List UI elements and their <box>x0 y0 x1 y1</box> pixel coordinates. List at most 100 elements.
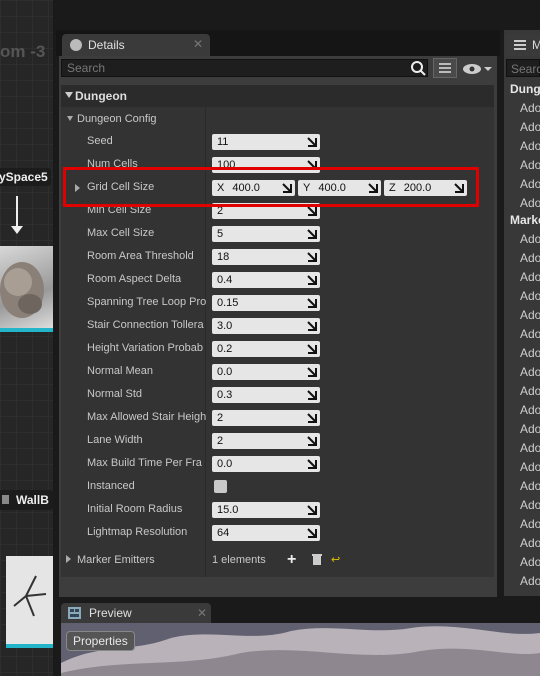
property-row[interactable]: Stair Connection Tollera 3.0 <box>61 314 494 337</box>
spin-arrow-icon[interactable] <box>307 413 317 423</box>
add-marker-item[interactable]: Ado <box>520 460 540 474</box>
right-search-box[interactable]: Searc <box>506 59 540 77</box>
reset-icon[interactable]: ↩ <box>331 553 340 566</box>
add-marker-item[interactable]: Ado <box>520 158 540 172</box>
spin-arrow-icon[interactable] <box>307 505 317 515</box>
property-row[interactable]: Initial Room Radius 15.0 <box>61 498 494 521</box>
spin-arrow-icon[interactable] <box>307 229 317 239</box>
add-marker-item[interactable]: Ado <box>520 517 540 531</box>
add-marker-item[interactable]: Ado <box>520 384 540 398</box>
property-row[interactable]: Lightmap Resolution 64 <box>61 521 494 544</box>
property-row[interactable]: Room Aspect Delta 0.4 <box>61 268 494 291</box>
add-marker-item[interactable]: Ado <box>520 177 540 191</box>
property-value: 2 <box>217 435 224 447</box>
property-matrix-button[interactable] <box>433 58 457 78</box>
property-row[interactable]: Spanning Tree Loop Pro 0.15 <box>61 291 494 314</box>
property-value-field[interactable]: 2 <box>212 410 320 426</box>
subcategory-dungeon-config[interactable]: Dungeon Config <box>61 108 494 131</box>
right-header-1[interactable]: Dungeo <box>510 82 540 96</box>
node-thumbnail[interactable] <box>0 246 53 332</box>
marker-emitters-label: Marker Emitters <box>77 554 155 566</box>
property-value-field[interactable]: 2 <box>212 433 320 449</box>
spin-arrow-icon[interactable] <box>307 252 317 262</box>
close-icon[interactable]: ✕ <box>193 37 203 51</box>
marker-emitters-row[interactable]: Marker Emitters 1 elements + ↩ <box>61 549 494 572</box>
property-value-field[interactable]: 0.15 <box>212 295 320 311</box>
tab-marker[interactable]: M <box>506 34 540 56</box>
add-marker-item[interactable]: Ado <box>520 555 540 569</box>
add-marker-item[interactable]: Ado <box>520 536 540 550</box>
property-row[interactable]: Max Cell Size 5 <box>61 222 494 245</box>
spin-arrow-icon[interactable] <box>307 206 317 216</box>
search-input[interactable] <box>62 60 427 76</box>
properties-button[interactable]: Properties <box>66 631 135 651</box>
property-value-field[interactable]: 11 <box>212 134 320 150</box>
add-marker-item[interactable]: Ado <box>520 120 540 134</box>
category-dungeon[interactable]: Dungeon <box>61 85 494 107</box>
graph-node-header[interactable]: WallB <box>0 490 53 510</box>
property-value: 0.2 <box>217 343 233 355</box>
spin-arrow-icon[interactable] <box>307 321 317 331</box>
search-icon[interactable] <box>410 60 426 76</box>
spin-arrow-icon[interactable] <box>307 367 317 377</box>
property-row[interactable]: Normal Mean 0.0 <box>61 360 494 383</box>
property-row[interactable]: Instanced <box>61 475 494 498</box>
node-thumbnail-2[interactable] <box>6 556 53 648</box>
property-value-field[interactable]: 0.0 <box>212 364 320 380</box>
property-row[interactable]: Lane Width 2 <box>61 429 494 452</box>
view-options-button[interactable] <box>462 62 492 76</box>
tab-preview[interactable]: Preview ✕ <box>61 603 211 623</box>
property-value-field[interactable]: 5 <box>212 226 320 242</box>
trash-icon[interactable] <box>312 553 322 565</box>
add-marker-item[interactable]: Ado <box>520 422 540 436</box>
property-value-field[interactable]: 15.0 <box>212 502 320 518</box>
graph-node-title[interactable]: tySpace5 <box>0 168 51 186</box>
property-row[interactable]: Max Build Time Per Fra 0.0 <box>61 452 494 475</box>
add-marker-item[interactable]: Ado <box>520 403 540 417</box>
spin-arrow-icon[interactable] <box>307 344 317 354</box>
add-marker-item[interactable]: Ado <box>520 308 540 322</box>
property-value-field[interactable]: 3.0 <box>212 318 320 334</box>
add-marker-item[interactable]: Ado <box>520 346 540 360</box>
add-marker-item[interactable]: Ado <box>520 251 540 265</box>
add-marker-item[interactable]: Ado <box>520 232 540 246</box>
search-box[interactable] <box>61 59 428 77</box>
add-marker-item[interactable]: Ado <box>520 289 540 303</box>
property-value-field[interactable]: 18 <box>212 249 320 265</box>
right-header-2[interactable]: Marke <box>510 213 540 227</box>
tab-details[interactable]: Details ✕ <box>62 34 210 56</box>
property-row[interactable]: Seed 11 <box>61 130 494 153</box>
add-marker-item[interactable]: Ado <box>520 365 540 379</box>
spin-arrow-icon[interactable] <box>307 137 317 147</box>
spin-arrow-icon[interactable] <box>307 436 317 446</box>
property-value-field[interactable]: 0.4 <box>212 272 320 288</box>
add-marker-item[interactable]: Ado <box>520 101 540 115</box>
add-marker-item[interactable]: Ado <box>520 441 540 455</box>
spin-arrow-icon[interactable] <box>307 390 317 400</box>
property-value-field[interactable]: 0.2 <box>212 341 320 357</box>
add-element-icon[interactable]: + <box>287 551 296 569</box>
property-row[interactable]: Room Area Threshold 18 <box>61 245 494 268</box>
property-value-field[interactable]: 0.3 <box>212 387 320 403</box>
add-marker-item[interactable]: Ado <box>520 327 540 341</box>
spin-arrow-icon[interactable] <box>307 528 317 538</box>
details-tab-bar: Details ✕ <box>56 30 500 56</box>
property-row[interactable]: Height Variation Probab 0.2 <box>61 337 494 360</box>
instanced-checkbox[interactable] <box>214 480 227 493</box>
add-marker-item[interactable]: Ado <box>520 270 540 284</box>
add-marker-item[interactable]: Ado <box>520 574 540 588</box>
property-row[interactable]: Max Allowed Stair Heigh 2 <box>61 406 494 429</box>
spin-arrow-icon[interactable] <box>307 275 317 285</box>
spin-arrow-icon[interactable] <box>307 459 317 469</box>
add-marker-item[interactable]: Ado <box>520 498 540 512</box>
close-icon[interactable]: ✕ <box>197 606 207 620</box>
property-label: Normal Std <box>87 388 143 400</box>
add-marker-item[interactable]: Ado <box>520 139 540 153</box>
add-marker-item[interactable]: Ado <box>520 479 540 493</box>
add-marker-item[interactable]: Ado <box>520 196 540 210</box>
graph-editor-panel[interactable]: om -3 tySpace5 WallB <box>0 0 53 676</box>
property-value-field[interactable]: 0.0 <box>212 456 320 472</box>
property-value-field[interactable]: 64 <box>212 525 320 541</box>
property-row[interactable]: Normal Std 0.3 <box>61 383 494 406</box>
spin-arrow-icon[interactable] <box>307 298 317 308</box>
